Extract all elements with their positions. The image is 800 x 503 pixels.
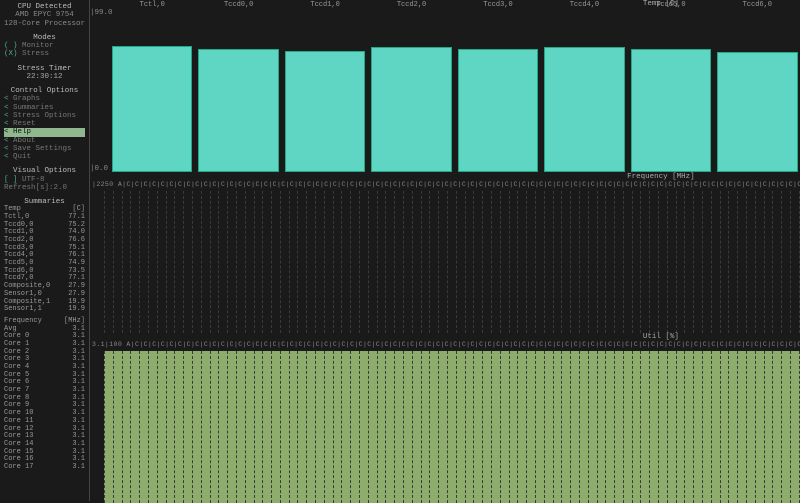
temp-chart-title: Temp [C] <box>90 0 800 8</box>
control-item-save-settings[interactable]: < Save Settings <box>4 145 85 153</box>
util-chart-title: Util [%] <box>90 333 800 341</box>
temp-chart: Temp [C] |99.0 |0.0 Tctl,0Tccd0,0Tccd1,0… <box>90 0 800 173</box>
temp-ymin: |0.0 <box>90 165 108 173</box>
visual-utf8-toggle[interactable]: [ ] UTF-8 <box>4 176 85 184</box>
control-item-about[interactable]: < About <box>4 137 85 145</box>
control-item-help[interactable]: < Help <box>4 128 85 136</box>
visual-refresh[interactable]: Refresh[s]:2.0 <box>4 184 85 192</box>
cpu-model: AMD EPYC 9754 <box>4 11 85 19</box>
freq-chart-title: Frequency [MHz] <box>90 173 800 181</box>
temp-bar-Tctl,0: Tctl,0 <box>112 10 192 172</box>
control-options-header: Control Options <box>4 87 85 95</box>
modes-header: Modes <box>4 34 85 42</box>
temp-bar-Tccd4,0: Tccd4,0 <box>544 10 624 172</box>
util-chart-head: 3.1|100 A|C|C|C|C|C|C|C|C|C|C|C|C|C|C|C|… <box>90 341 800 348</box>
util-chart: Util [%] 3.1|100 A|C|C|C|C|C|C|C|C|C|C|C… <box>90 333 800 503</box>
temp-bar-Tccd5,0: Tccd5,0 <box>631 10 711 172</box>
control-item-reset[interactable]: < Reset <box>4 120 85 128</box>
temp-bar-Tccd3,0: Tccd3,0 <box>458 10 538 172</box>
util-fill <box>104 351 800 503</box>
summary-core-row: Core 173.1 <box>4 464 85 472</box>
control-item-summaries[interactable]: < Summaries <box>4 104 85 112</box>
temp-bar-Tccd0,0: Tccd0,0 <box>198 10 278 172</box>
visual-options-header: Visual Options <box>4 167 85 175</box>
freq-chart: Frequency [MHz] |2250 A|C|C|C|C|C|C|C|C|… <box>90 173 800 333</box>
temp-ymax: |99.0 <box>90 9 113 17</box>
stress-timer-header: Stress Timer <box>4 65 85 73</box>
mode-monitor[interactable]: ( ) Monitor <box>4 42 85 50</box>
temp-bar-Tccd1,0: Tccd1,0 <box>285 10 365 172</box>
control-item-graphs[interactable]: < Graphs <box>4 95 85 103</box>
freq-chart-head: |2250 A|C|C|C|C|C|C|C|C|C|C|C|C|C|C|C|C|… <box>90 181 800 188</box>
content-area: Temp [C] |99.0 |0.0 Tctl,0Tccd0,0Tccd1,0… <box>89 0 800 501</box>
control-item-quit[interactable]: < Quit <box>4 153 85 161</box>
temp-bar-Tccd6,0: Tccd6,0 <box>717 10 797 172</box>
control-item-stress-options[interactable]: < Stress Options <box>4 112 85 120</box>
summary-row: Sensor1,119.9 <box>4 306 85 314</box>
sidebar: CPU Detected AMD EPYC 9754 128-Core Proc… <box>0 0 89 501</box>
temp-bar-Tccd2,0: Tccd2,0 <box>371 10 451 172</box>
cpu-detected-header: CPU Detected <box>4 3 85 11</box>
cpu-cores: 128-Core Processor <box>4 20 85 28</box>
stress-timer-value: 22:30:12 <box>4 73 85 81</box>
mode-stress[interactable]: (X) Stress <box>4 50 85 58</box>
